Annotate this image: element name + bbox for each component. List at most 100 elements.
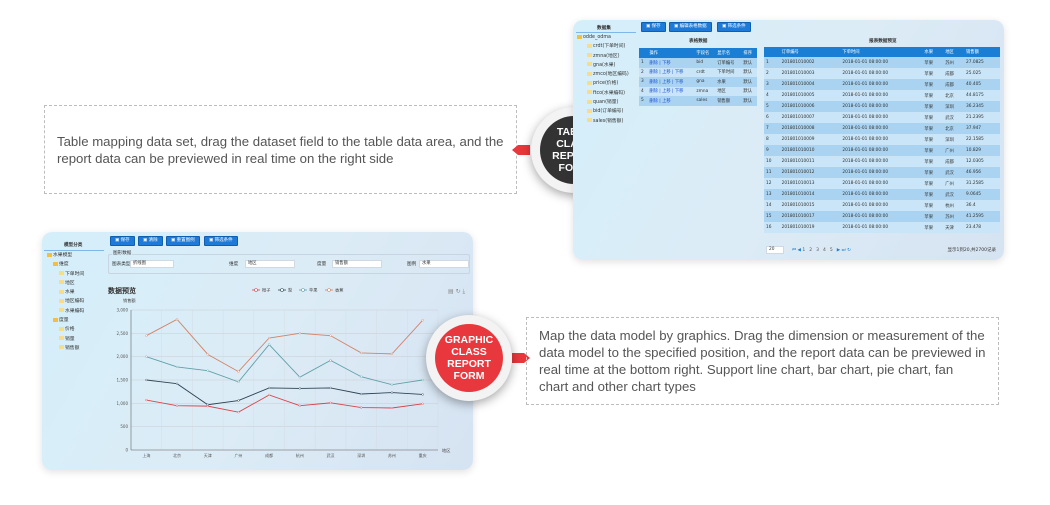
last-page-icon[interactable]: ▶ ⏭ ↻ [837, 248, 851, 253]
data-point[interactable] [329, 401, 332, 404]
table-row[interactable]: 13 201801010014 2018-01-01 08:00:00 苹果 武汉 9.0… [764, 189, 1000, 200]
legend-label[interactable]: 苹果 [309, 287, 318, 294]
table-row[interactable]: 11 201801010012 2018-01-01 08:00:00 苹果 武汉 46.… [764, 167, 1000, 178]
legend-label[interactable]: 橙子 [262, 287, 270, 294]
data-point[interactable] [145, 398, 148, 402]
table-row[interactable]: 4 201801010005 2018-01-01 08:00:00 苹果 北京 44.8… [764, 90, 1000, 101]
data-point[interactable] [145, 355, 148, 358]
tree-field-item[interactable]: quan(销量) [577, 98, 629, 107]
table-cell: 13 [766, 192, 772, 197]
x-tick-label: 上海 [142, 452, 150, 458]
toolbar-button[interactable]: ▣ 编辑表格数据 [669, 22, 712, 32]
tree-field-item[interactable]: price(价格) [577, 79, 629, 88]
data-point[interactable] [298, 332, 301, 335]
table-row[interactable]: 10 201801010011 2018-01-01 08:00:00 苹果 成都 12.… [764, 156, 1000, 167]
data-point[interactable] [329, 359, 332, 362]
data-point[interactable] [360, 392, 363, 396]
data-point[interactable] [360, 351, 363, 355]
toolbar-button[interactable]: ▣ 保存 [641, 22, 666, 32]
data-point[interactable] [390, 391, 394, 394]
table-row[interactable]: 6 201801010007 2018-01-01 08:00:00 苹果 武汉 21.2… [764, 112, 1000, 123]
data-point[interactable] [268, 393, 271, 397]
table-row[interactable]: 3 删除 | 上移 | 下移 gna 水果 默认 [639, 77, 757, 87]
tree-field-item[interactable]: zmna(地区) [577, 52, 629, 61]
dataset-tree: odde_odma crdt(下单时间) zmna(地区) gna(水果) zmco(地… [577, 33, 629, 126]
table-cell: 5 [766, 104, 769, 109]
tree-field-item[interactable]: bid(订单编号) [577, 107, 629, 116]
data-point[interactable] [206, 403, 209, 406]
toolbar-button[interactable]: ▣ 筛选条件 [717, 22, 751, 32]
first-page-icon[interactable]: ⏮ ◀ [792, 248, 802, 253]
page-number[interactable]: 4 [823, 248, 826, 253]
data-point[interactable] [268, 343, 271, 346]
page-number[interactable]: 3 [816, 248, 819, 253]
data-point[interactable] [360, 375, 363, 378]
data-point[interactable] [145, 378, 148, 382]
tree-field-item[interactable]: gna(水果) [577, 61, 629, 70]
table-cell[interactable]: 删除 | 上移 | 下移 [647, 87, 694, 97]
data-point[interactable] [145, 334, 148, 337]
page-number[interactable]: 2 [809, 248, 812, 253]
table-cell: 2018-01-01 08:00:00 [842, 137, 889, 142]
legend-label[interactable]: 香蕉 [335, 287, 343, 294]
table-row[interactable]: 5 删除 | 上移 sales 销售额 默认 [639, 96, 757, 106]
tree-field-item[interactable]: zmco(地区编码) [577, 70, 629, 79]
data-point[interactable] [421, 319, 424, 322]
data-point[interactable] [298, 376, 301, 379]
data-point[interactable] [237, 411, 240, 414]
table-row[interactable]: 4 删除 | 上移 | 下移 zmna 地区 默认 [639, 86, 757, 97]
tree-root[interactable]: odde_odma [577, 33, 629, 42]
table-row[interactable]: 3 201801010004 2018-01-01 08:00:00 苹果 成都 40.4… [764, 79, 1000, 90]
table-row[interactable]: 8 201801010009 2018-01-01 08:00:00 苹果 深圳 22.1… [764, 134, 1000, 145]
y-tick-label: 2,000 [117, 354, 129, 359]
table-cell[interactable]: 删除 | 上移 [647, 96, 694, 106]
data-point[interactable] [390, 352, 394, 355]
table-row[interactable]: 1 201801010002 2018-01-01 08:00:00 苹果 苏州 27.0… [764, 57, 1000, 68]
table-row[interactable]: 15 201801010017 2018-01-01 08:00:00 苹果 苏州 41.… [764, 211, 1000, 222]
data-point[interactable] [175, 365, 179, 369]
data-point[interactable] [175, 404, 179, 407]
data-point[interactable] [175, 382, 179, 385]
tree-field-item[interactable]: ftco(水果编码) [577, 89, 629, 98]
data-point[interactable] [268, 336, 271, 340]
page-number[interactable]: 5 [830, 248, 833, 253]
data-point[interactable] [206, 369, 209, 372]
table-row[interactable]: 12 201801010013 2018-01-01 08:00:00 苹果 广州 31.… [764, 178, 1000, 189]
table-row[interactable]: 7 201801010008 2018-01-01 08:00:00 苹果 北京 37.9… [764, 123, 1000, 134]
page-size-select[interactable]: 20 [766, 246, 784, 254]
data-point[interactable] [360, 406, 363, 409]
table-cell[interactable]: 删除 | 上移 | 下移 [647, 68, 694, 78]
table-row[interactable]: 1 删除 | 下移 bid 订单编号 默认 [639, 58, 757, 68]
table-row[interactable]: 14 201801010015 2018-01-01 08:00:00 苹果 杭州 36.… [764, 200, 1000, 211]
data-point[interactable] [298, 404, 301, 407]
table-cell[interactable]: 删除 | 上移 | 下移 [647, 77, 694, 87]
data-point[interactable] [237, 370, 240, 373]
page-number[interactable]: 1 [802, 248, 805, 253]
data-point[interactable] [421, 402, 424, 405]
table-row[interactable]: 16 201801010019 2018-01-01 08:00:00 苹果 天津 23.… [764, 222, 1000, 233]
data-point[interactable] [298, 387, 301, 390]
data-point[interactable] [390, 383, 394, 386]
data-point[interactable] [206, 353, 209, 356]
column-header: 销售额 [964, 47, 1000, 57]
table-row[interactable]: 2 删除 | 上移 | 下移 crdt 下单时间 默认 [639, 67, 757, 78]
legend-label[interactable]: 梨 [288, 287, 293, 294]
table-row[interactable]: 5 201801010006 2018-01-01 08:00:00 苹果 深圳 36.2… [764, 101, 1000, 112]
data-point[interactable] [268, 386, 271, 390]
table-row[interactable]: 9 201801010010 2018-01-01 08:00:00 苹果 广州 10.8… [764, 145, 1000, 156]
tree-field-item[interactable]: sales(销售额) [577, 117, 629, 126]
data-point[interactable] [390, 406, 394, 410]
data-point[interactable] [421, 378, 424, 382]
table-cell: 广州 [945, 148, 954, 154]
data-point[interactable] [329, 386, 332, 390]
data-point[interactable] [421, 393, 424, 396]
badge-word: FORM [453, 370, 485, 382]
data-point[interactable] [237, 380, 240, 383]
table-cell[interactable]: 删除 | 下移 [647, 58, 694, 68]
data-point[interactable] [237, 399, 240, 402]
table-row[interactable]: 2 201801010003 2018-01-01 08:00:00 苹果 成都 25.0… [764, 68, 1000, 79]
table-cell: 地区 [717, 89, 726, 95]
data-point[interactable] [329, 334, 332, 337]
data-point[interactable] [175, 318, 179, 321]
tree-field-item[interactable]: crdt(下单时间) [577, 42, 629, 51]
